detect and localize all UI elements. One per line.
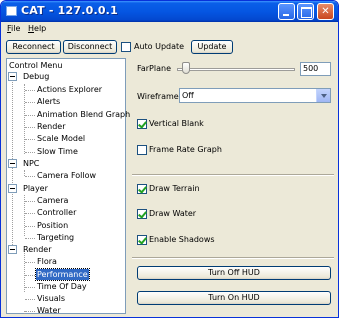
window-title: CAT - 127.0.0.1 [21,4,118,17]
tree-item-actions-explorer[interactable]: Actions Explorer [37,84,102,95]
wireframe-select[interactable]: Off [179,88,331,103]
menu-bar: File Help [1,22,338,36]
tree-guide [24,251,25,292]
vertical-blank-label: Vertical Blank [149,119,204,128]
tree-guide [25,127,35,128]
tree-item-position[interactable]: Position [37,220,68,231]
tree-guide [25,90,35,91]
frame-rate-graph-label: Frame Rate Graph [149,145,222,154]
tree-item-slow-time[interactable]: Slow Time [37,146,78,157]
menu-file-label: ile [11,24,21,33]
wireframe-value: Off [182,91,194,100]
tree-group-render[interactable]: Render [23,244,51,255]
title-bar[interactable]: CAT - 127.0.0.1 ✕ [1,1,338,22]
tree-guide [24,195,25,226]
draw-water-checkbox[interactable] [137,209,147,219]
vertical-blank-checkbox[interactable] [137,119,147,129]
farplane-input[interactable]: 500 [300,62,331,76]
farplane-slider-thumb[interactable] [182,62,190,74]
tree-guide [25,139,35,140]
tree-item-camera-follow[interactable]: Camera Follow [37,170,96,181]
tree-item-time-of-day[interactable]: Time Of Day [37,281,87,292]
turn-off-hud-button[interactable]: Turn Off HUD [137,266,331,280]
tree-guide [25,299,35,300]
wireframe-label: Wireframe [137,92,179,101]
tree-item-water[interactable]: Water [37,305,61,316]
tree-item-targeting[interactable]: Targeting [37,232,74,243]
menu-help[interactable]: Help [28,24,46,33]
tree-item-render[interactable]: Render [37,121,65,132]
tree-guide [25,201,35,202]
tree-item-performance[interactable]: Performance [35,268,90,281]
frame-rate-graph-checkbox[interactable] [137,145,147,155]
divider [132,257,334,259]
turn-on-hud-button[interactable]: Turn On HUD [137,291,331,305]
disconnect-button[interactable]: Disconnect [63,40,117,54]
tree-guide [25,115,35,116]
draw-water-label: Draw Water [149,209,197,218]
divider [132,174,334,176]
tree-guide [25,287,35,288]
draw-terrain-checkbox[interactable] [137,184,147,194]
menu-help-label: elp [34,24,47,33]
tree-guide [25,152,35,153]
tree-guide [25,226,35,227]
reconnect-button[interactable]: Reconnect [6,40,61,54]
collapse-debug-icon[interactable] [8,72,17,81]
tree-guide [25,176,35,177]
collapse-player-icon[interactable] [8,184,17,193]
close-button[interactable]: ✕ [317,3,334,20]
chevron-down-icon[interactable] [316,89,330,102]
control-menu-tree[interactable]: Control Menu Debug Actions Explorer Aler… [6,58,130,316]
minimize-button[interactable] [278,3,295,20]
tree-item-camera[interactable]: Camera [37,195,68,206]
tree-guide [24,84,25,154]
tree-item-animation-blend-graph[interactable]: Animation Blend Graph [37,109,130,120]
cat-window: CAT - 127.0.0.1 ✕ File Help Reconnect Di… [0,0,339,318]
tree-guide [25,311,35,312]
enable-shadows-checkbox[interactable] [137,235,147,245]
tree-item-controller[interactable]: Controller [37,207,76,218]
tree-item-visuals[interactable]: Visuals [37,293,65,304]
tree-guide [24,227,25,236]
tree-group-npc[interactable]: NPC [23,158,39,169]
tree-item-flora[interactable]: Flora [37,256,57,267]
tree-guide [25,213,35,214]
enable-shadows-label: Enable Shadows [149,235,215,244]
tree-guide [25,238,35,239]
app-icon [6,6,17,16]
farplane-slider-track[interactable] [177,68,295,71]
tree-guide [25,275,35,276]
farplane-label: FarPlane [137,64,171,73]
tree-group-debug[interactable]: Debug [23,71,49,82]
tree-group-player[interactable]: Player [23,183,48,194]
auto-update-checkbox[interactable] [121,42,131,52]
tree-root[interactable]: Control Menu [9,60,62,71]
maximize-button[interactable] [297,3,314,20]
collapse-npc-icon[interactable] [8,159,17,168]
tree-guide [25,262,35,263]
tree-item-scale-model[interactable]: Scale Model [37,133,85,144]
auto-update-label: Auto Update [134,42,185,51]
draw-terrain-label: Draw Terrain [149,184,200,193]
tree-guide [25,102,35,103]
update-button[interactable]: Update [191,40,233,54]
collapse-render-icon[interactable] [8,245,17,254]
menu-file[interactable]: File [7,24,20,33]
tree-item-alerts[interactable]: Alerts [37,96,60,107]
